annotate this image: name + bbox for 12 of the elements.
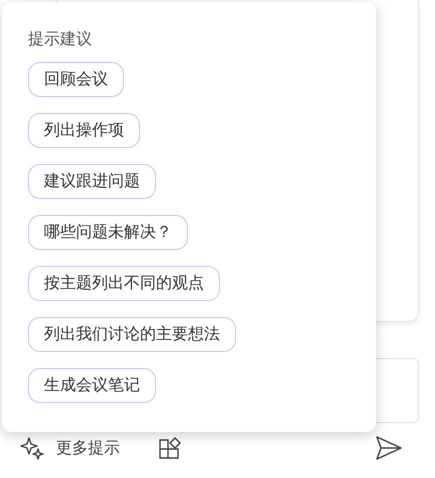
prompt-chip[interactable]: 列出操作项 (28, 113, 140, 148)
send-icon[interactable] (376, 436, 402, 460)
prompt-chip[interactable]: 生成会议笔记 (28, 368, 156, 403)
apps-icon[interactable] (158, 436, 182, 460)
sparkle-icon (20, 436, 44, 460)
popup-title: 提示建议 (28, 29, 92, 49)
prompt-chip[interactable]: 列出我们讨论的主要想法 (28, 317, 236, 352)
prompt-chip[interactable]: 回顾会议 (28, 62, 124, 97)
prompt-chip[interactable]: 按主题列出不同的观点 (28, 266, 220, 301)
prompt-chip[interactable]: 建议跟进问题 (28, 164, 156, 199)
prompt-chip[interactable]: 哪些问题未解决？ (28, 215, 188, 250)
more-prompts-button[interactable]: 更多提示 (20, 436, 120, 460)
